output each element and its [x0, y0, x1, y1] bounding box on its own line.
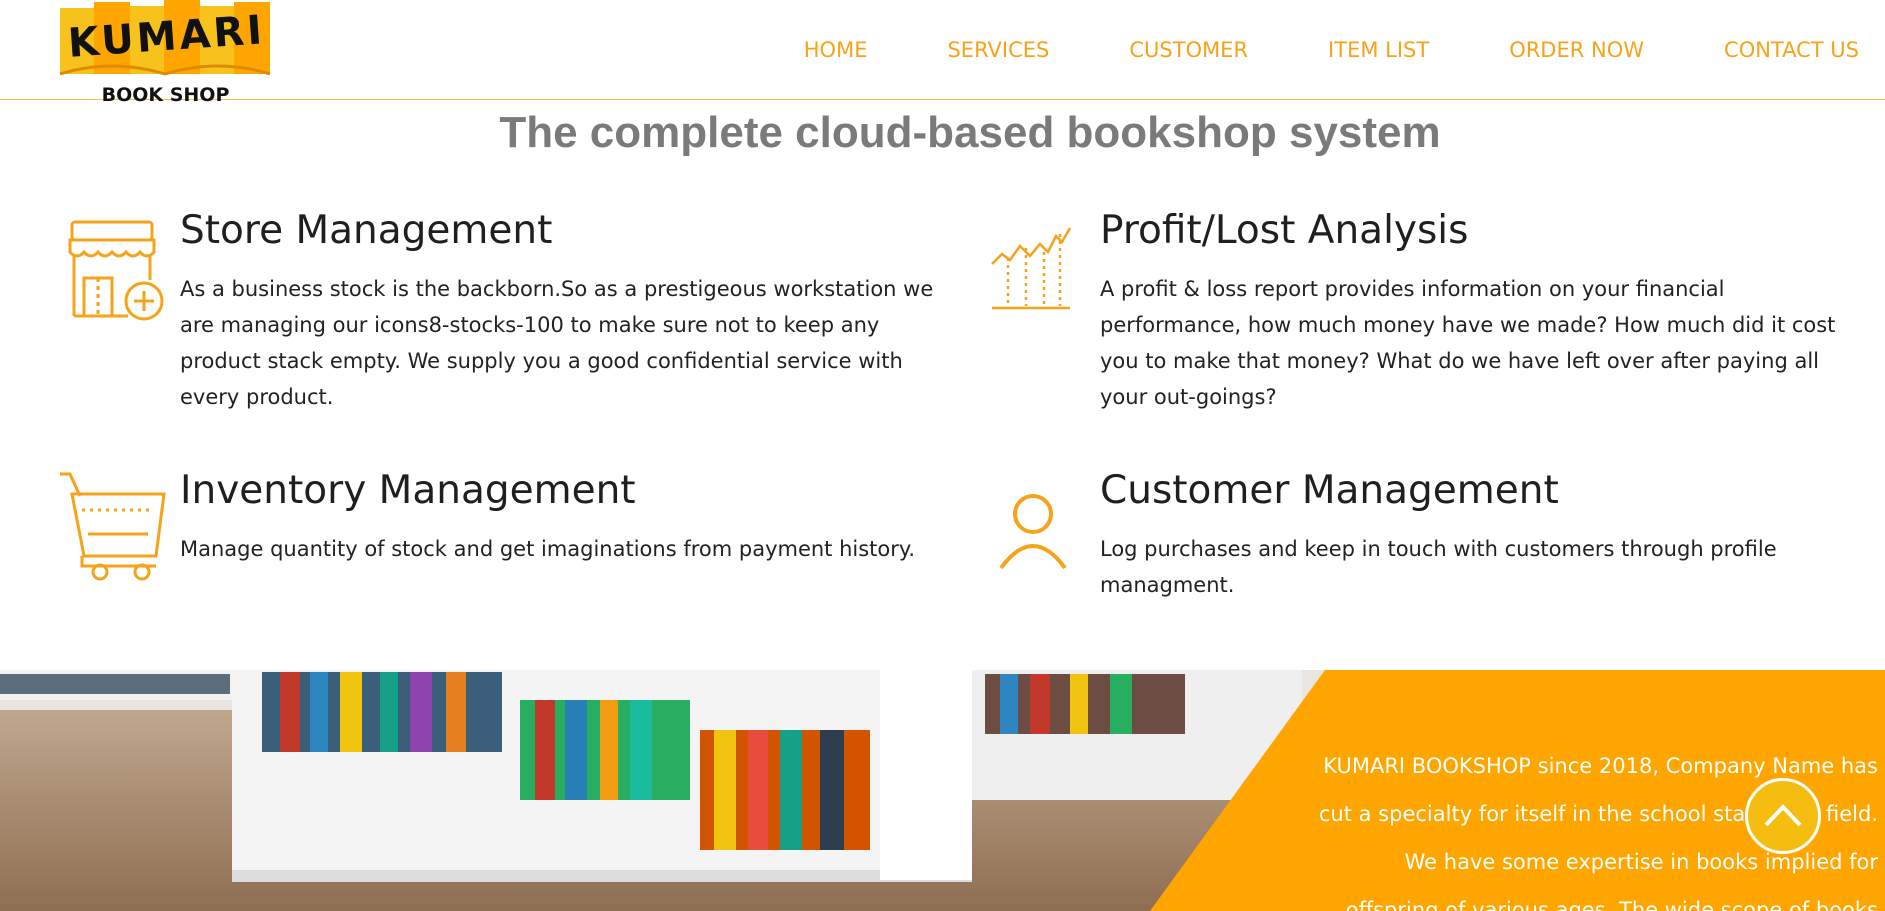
nav-services[interactable]: SERVICES — [947, 38, 1049, 62]
chevron-up-icon — [1764, 804, 1802, 827]
nav-customer[interactable]: CUSTOMER — [1129, 38, 1248, 62]
feature-title: Customer Management — [1100, 468, 1559, 513]
nav-home[interactable]: HOME — [804, 38, 868, 62]
main-nav: HOME SERVICES CUSTOMER ITEM LIST ORDER N… — [724, 38, 1859, 62]
nav-order-now[interactable]: ORDER NOW — [1509, 38, 1644, 62]
store-icon — [68, 220, 164, 321]
scroll-to-top-button[interactable] — [1745, 778, 1821, 854]
page-headline: The complete cloud-based bookshop system — [499, 108, 1441, 157]
nav-item-list[interactable]: ITEM LIST — [1328, 38, 1429, 62]
feature-title: Profit/Lost Analysis — [1100, 208, 1469, 253]
feature-description: Manage quantity of stock and get imagina… — [180, 537, 915, 561]
about-banner: KUMARI BOOKSHOP since 2018, Company Name… — [0, 670, 1885, 911]
user-icon — [999, 494, 1067, 570]
logo-subtitle: BOOK SHOP — [101, 84, 230, 106]
feature-description: As a business stock is the backborn.So a… — [180, 277, 934, 409]
logo[interactable]: KUMARI BOOK SHOP — [58, 0, 273, 106]
cart-icon — [60, 472, 166, 581]
chart-icon — [991, 227, 1072, 310]
feature-description: Log purchases and keep in touch with cus… — [1100, 537, 1777, 597]
feature-title: Inventory Management — [180, 468, 636, 513]
feature-title: Store Management — [180, 208, 553, 253]
site-header: KUMARI BOOK SHOP HOME SERVICES CUSTOMER … — [0, 0, 1885, 106]
feature-description: A profit & loss report provides informat… — [1100, 277, 1836, 409]
nav-contact-us[interactable]: CONTACT US — [1724, 38, 1859, 62]
